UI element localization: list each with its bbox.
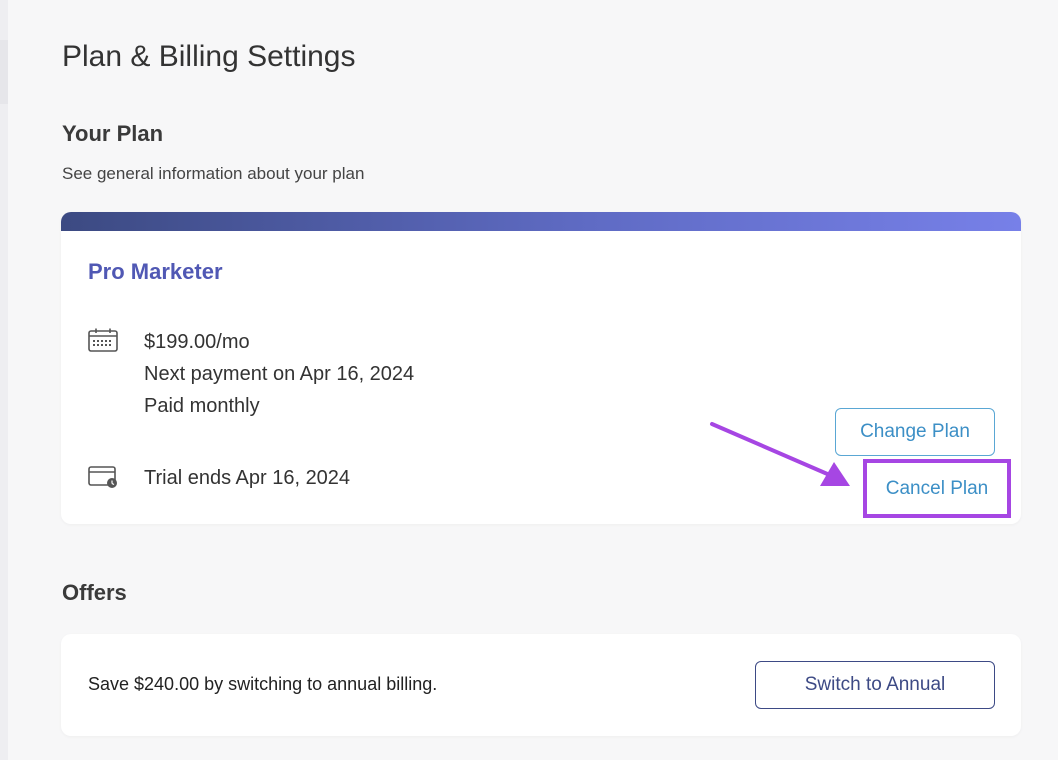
plan-card: Pro Marketer $199.00/mo Next payment on … [61, 212, 1021, 524]
plan-price: $199.00/mo [144, 331, 250, 353]
offers-heading: Offers [62, 580, 127, 605]
plan-name: Pro Marketer [88, 259, 223, 284]
your-plan-subtitle: See general information about your plan [62, 164, 365, 183]
page-title: Plan & Billing Settings [62, 40, 356, 73]
billing-cycle: Paid monthly [144, 395, 260, 417]
offers-card: Save $240.00 by switching to annual bill… [61, 634, 1021, 736]
sidebar-strip [0, 0, 8, 760]
sidebar-nav-highlight [0, 40, 8, 104]
trial-end: Trial ends Apr 16, 2024 [144, 467, 351, 489]
your-plan-heading: Your Plan [62, 121, 164, 146]
calendar-icon [88, 328, 118, 352]
main-content: Plan & Billing Settings Your Plan See ge… [8, 0, 1058, 760]
cancel-plan-button[interactable]: Cancel Plan [863, 459, 1011, 518]
next-payment: Next payment on Apr 16, 2024 [144, 363, 415, 385]
switch-to-annual-button[interactable]: Switch to Annual [755, 661, 995, 709]
change-plan-button[interactable]: Change Plan [835, 408, 995, 456]
billing-info-row: $199.00/mo Next payment on Apr 16, 2024 … [88, 326, 414, 422]
plan-card-gradient-bar [61, 212, 1021, 231]
offer-text: Save $240.00 by switching to annual bill… [88, 674, 438, 694]
card-clock-icon [88, 466, 117, 488]
trial-info-row: Trial ends Apr 16, 2024 [88, 462, 350, 494]
